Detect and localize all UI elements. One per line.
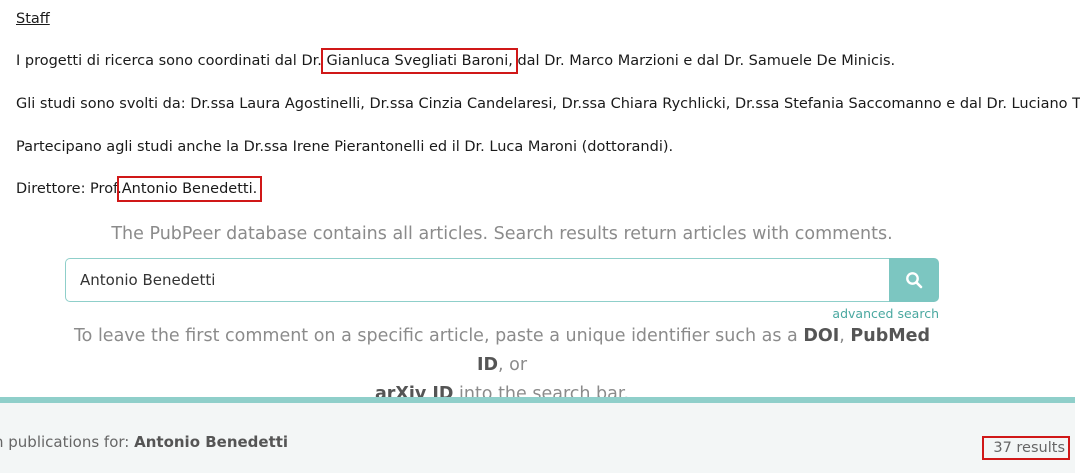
hint-doi: DOI xyxy=(803,326,840,346)
staff-line-coordinators: I progetti di ricerca sono coordinati da… xyxy=(16,48,896,74)
hint-text-1: To leave the first comment on a specific… xyxy=(73,326,804,346)
search-icon xyxy=(906,272,923,289)
highlight-antonio-benedetti: Antonio Benedetti. xyxy=(116,176,263,202)
hint-sep-1: , xyxy=(839,326,851,346)
highlight-svegliati-baroni: Gianluca Svegliati Baroni, xyxy=(321,48,518,74)
line1-prefix: I progetti di ricerca sono coordinati da… xyxy=(16,53,322,69)
pubpeer-tagline: The PubPeer database contains all articl… xyxy=(111,224,893,244)
results-label: n publications for: Antonio Benedetti xyxy=(0,433,288,451)
advanced-search-link[interactable]: advanced search xyxy=(795,306,939,321)
search-button[interactable] xyxy=(889,258,939,302)
line1-suffix: dal Dr. Marco Marzioni e dal Dr. Samuele… xyxy=(517,53,896,69)
staff-line-director: Direttore: Prof.Antonio Benedetti. xyxy=(16,176,263,202)
search-input[interactable] xyxy=(65,258,889,302)
search-hint: To leave the first comment on a specific… xyxy=(65,322,939,409)
search-bar xyxy=(65,258,939,302)
staff-line-phd: Partecipano agli studi anche la Dr.ssa I… xyxy=(16,139,674,155)
staff-title: Staff xyxy=(16,11,50,27)
results-count: 37 results xyxy=(982,436,1070,460)
staff-line-researchers: Gli studi sono svolti da: Dr.ssa Laura A… xyxy=(16,96,1080,112)
results-prefix: n publications for: xyxy=(0,433,135,451)
results-query: Antonio Benedetti xyxy=(134,433,289,451)
line4-prefix: Direttore: Prof. xyxy=(16,181,122,197)
hint-sep-2: , or xyxy=(498,355,528,375)
